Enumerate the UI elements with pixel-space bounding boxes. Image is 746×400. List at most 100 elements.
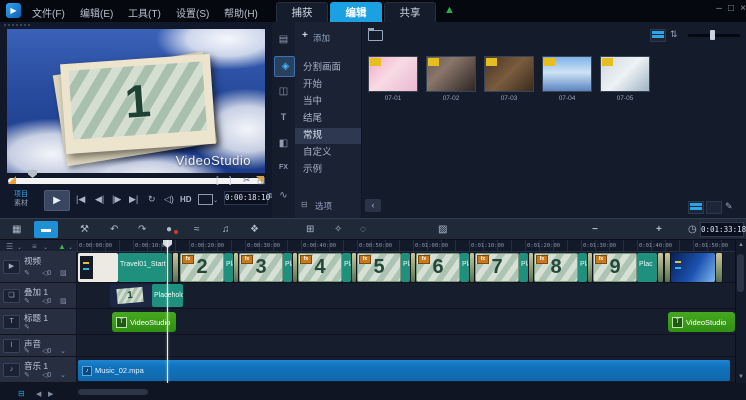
category-general[interactable]: 常规: [295, 128, 361, 144]
clip-transition[interactable]: Pla: [401, 253, 410, 282]
motion-tracking-icon[interactable]: ❖: [250, 224, 259, 235]
clip-overlay-thumbnail[interactable]: 1: [110, 284, 152, 307]
next-frame-button[interactable]: |▶: [112, 194, 121, 205]
add-folder-icon[interactable]: [368, 30, 383, 41]
instant-project-icon[interactable]: ◈: [274, 61, 297, 72]
scroll-right-icon[interactable]: ▶: [48, 390, 53, 398]
graphic-icon[interactable]: ◧: [272, 138, 295, 149]
clip-photo-sliver[interactable]: [715, 253, 723, 282]
tools-icon[interactable]: ⚒: [80, 224, 89, 235]
clip-number-card[interactable]: fx4: [298, 253, 342, 282]
record-capture-icon[interactable]: ●: [166, 224, 172, 235]
options-panel-toggle-icon[interactable]: [706, 201, 722, 214]
clip-number-card[interactable]: fx9: [593, 253, 637, 282]
track-header-overlay[interactable]: ❏ 叠加 1 ✎ ◁0 ▨: [0, 283, 76, 309]
clip-transition[interactable]: Pla: [578, 253, 587, 282]
transition-icon[interactable]: ◫: [272, 86, 295, 97]
clip-number-card[interactable]: fx2: [180, 253, 224, 282]
clip-number-card[interactable]: fx7: [475, 253, 519, 282]
track-edit-icon[interactable]: ✎: [24, 323, 30, 331]
video-track-row[interactable]: Travel01_Starto fx2 Pla fx3 Pla fx4 Pla …: [77, 252, 735, 283]
add-template-icon[interactable]: +: [302, 30, 308, 41]
chapter-caret-icon[interactable]: ⌄: [43, 244, 48, 251]
category-middle[interactable]: 当中: [295, 94, 361, 110]
menu-file[interactable]: 文件(F): [32, 5, 65, 20]
track-mute-icon[interactable]: ◁0: [42, 269, 51, 277]
split-clip-icon[interactable]: ✂: [243, 175, 251, 186]
collapse-panel-button[interactable]: ‹: [365, 199, 381, 212]
track-mute-icon[interactable]: ◁0: [42, 371, 51, 379]
tab-share[interactable]: 共享: [384, 2, 436, 23]
prev-frame-button[interactable]: ◀|: [95, 194, 104, 205]
track-transparency-icon[interactable]: ▨: [60, 297, 67, 305]
template-thumbnail[interactable]: [600, 56, 650, 92]
voice-track-row[interactable]: [77, 335, 735, 357]
clip-ending[interactable]: [671, 253, 715, 282]
split-screen-template-icon[interactable]: ⊞: [306, 224, 314, 235]
library-panel-toggle-icon[interactable]: [688, 201, 704, 214]
tab-edit[interactable]: 编辑: [330, 2, 382, 23]
mark-in-button[interactable]: [: [216, 175, 219, 185]
clip-title-2[interactable]: T VideoStudio: [668, 312, 735, 332]
category-end[interactable]: 结尾: [295, 111, 361, 127]
music-track-row[interactable]: ♪ Music_02.mpa: [77, 357, 735, 383]
mask-creator-icon[interactable]: ▨: [438, 224, 447, 235]
lasso-icon[interactable]: ◌: [360, 224, 366, 235]
track-manager-icon[interactable]: ☰: [6, 242, 13, 251]
scroll-left-icon[interactable]: ◀: [36, 390, 41, 398]
ripple-caret-icon[interactable]: ⌄: [68, 244, 73, 251]
clip-transition[interactable]: Pla: [283, 253, 292, 282]
sound-mixer-icon[interactable]: ≈: [194, 224, 200, 235]
clip-transition[interactable]: Pla: [224, 253, 233, 282]
track-height-icon[interactable]: ⊟: [18, 389, 25, 398]
clip-number-card[interactable]: fx6: [416, 253, 460, 282]
track-chevron-icon[interactable]: ⌄: [60, 347, 66, 355]
menu-edit[interactable]: 编辑(E): [80, 5, 113, 20]
upgrade-arrow-icon[interactable]: ▲: [444, 4, 455, 16]
resolution-caret-icon[interactable]: ⌄: [213, 197, 218, 204]
options-label[interactable]: 选项: [315, 200, 332, 212]
category-start[interactable]: 开始: [295, 77, 361, 93]
track-header-voice[interactable]: ⌇ 声音 ✎ ◁0 ⌄: [0, 335, 76, 357]
zoom-out-icon[interactable]: −: [592, 224, 598, 235]
ripple-edit-icon[interactable]: ▲: [58, 242, 66, 251]
menu-tools[interactable]: 工具(T): [128, 5, 161, 20]
resolution-selector[interactable]: [198, 194, 213, 205]
filter-fx-icon[interactable]: FX: [272, 164, 295, 171]
clip-number-card[interactable]: fx3: [239, 253, 283, 282]
track-chevron-icon[interactable]: ⌄: [60, 371, 66, 379]
thumbnail-size-slider-thumb[interactable]: [710, 30, 715, 40]
zoom-in-icon[interactable]: +: [656, 224, 662, 235]
edit-panel-icon[interactable]: ✎: [725, 201, 733, 212]
menu-settings[interactable]: 设置(S): [176, 5, 209, 20]
track-header-music[interactable]: ♪ 音乐 1 ✎ ◁0 ⌄: [0, 357, 76, 383]
track-header-title[interactable]: T 标题 1 ✎: [0, 309, 76, 335]
template-thumbnail[interactable]: [426, 56, 476, 92]
clip-intro-label[interactable]: Travel01_Starto: [118, 253, 166, 282]
project-duration-timecode[interactable]: 0:01:33:18: [700, 222, 744, 237]
media-icon[interactable]: ▤: [272, 34, 295, 45]
trim-handle-left[interactable]: [8, 176, 16, 184]
volume-button[interactable]: ◁): [164, 194, 174, 205]
storyboard-view-icon[interactable]: ▦: [12, 224, 21, 235]
scroll-up-icon[interactable]: ▲: [738, 242, 744, 248]
clip-music[interactable]: ♪ Music_02.mpa: [78, 360, 730, 381]
clip-photo-sliver[interactable]: [657, 253, 664, 282]
clip-transition[interactable]: Pla: [342, 253, 351, 282]
mode-clip-toggle[interactable]: 素材: [14, 198, 28, 208]
options-icon[interactable]: ⊟: [301, 200, 308, 209]
timeline-view-icon[interactable]: ▬: [34, 221, 58, 238]
preview-timecode[interactable]: 0:00:18:10: [224, 191, 268, 205]
category-split-screen[interactable]: 分割画面: [295, 60, 361, 76]
instant-project-active-box[interactable]: ◈: [274, 56, 295, 77]
template-thumbnail[interactable]: [484, 56, 534, 92]
track-header-video[interactable]: ▶ 视频 ✎ ◁0 ▨: [0, 252, 76, 283]
track-mute-icon[interactable]: ◁0: [42, 347, 51, 355]
add-template-label[interactable]: 添加: [313, 32, 330, 44]
clip-transition[interactable]: Pla: [519, 253, 528, 282]
chapter-point-icon[interactable]: ≡: [32, 242, 37, 251]
play-button[interactable]: ▶: [44, 190, 70, 211]
track-edit-icon[interactable]: ✎: [24, 371, 30, 379]
horizontal-scrollbar-thumb[interactable]: [78, 389, 148, 395]
tab-capture[interactable]: 捕获: [276, 2, 328, 23]
